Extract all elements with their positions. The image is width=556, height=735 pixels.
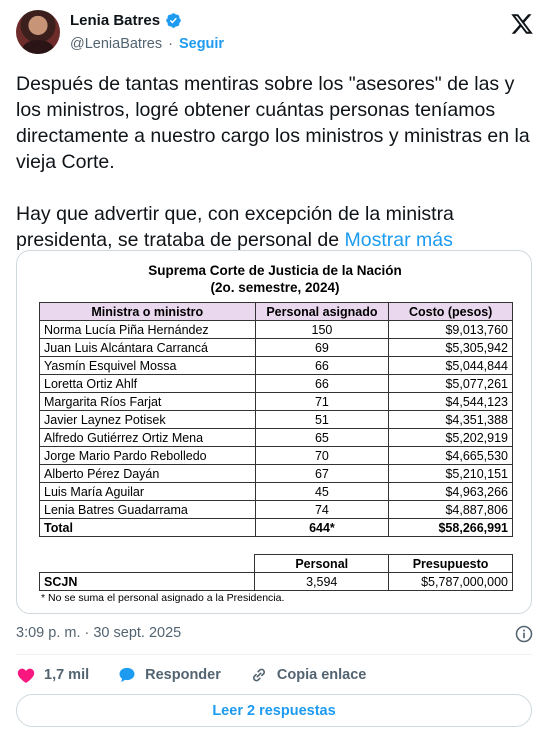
staff-count: 74 (254, 500, 390, 519)
action-bar: 1,7 mil Responder Copia enlace (16, 664, 394, 686)
header-cost: Costo (pesos) (388, 302, 513, 321)
reply-label: Responder (145, 667, 221, 683)
minister-name: Lenia Batres Guadarrama (39, 500, 256, 519)
table-row: Alfredo Gutiérrez Ortiz Mena 65 $5,202,919 (39, 428, 513, 447)
author-name[interactable]: Lenia Batres (70, 12, 160, 29)
tweet-paragraph-1: Después de tantas mentiras sobre los "as… (16, 73, 530, 173)
cost-value: $5,077,261 (388, 374, 513, 393)
minister-name: Alfredo Gutiérrez Ortiz Mena (39, 428, 256, 447)
summary-staff: 3,594 (254, 572, 390, 591)
minister-name: Loretta Ortiz Ahlf (39, 374, 256, 393)
minister-name: Javier Laynez Potisek (39, 410, 256, 429)
staff-count: 51 (254, 410, 390, 429)
like-button[interactable]: 1,7 mil (16, 665, 89, 685)
follow-button[interactable]: Seguir (179, 36, 224, 52)
table-row: Juan Luis Alcántara Carrancá 69 $5,305,942 (39, 338, 513, 357)
table-row: Alberto Pérez Dayán 67 $5,210,151 (39, 464, 513, 483)
minister-name: Norma Lucía Piña Hernández (39, 320, 256, 339)
image-subtitle: (2o. semestre, 2024) (210, 280, 340, 295)
attached-image[interactable]: Suprema Corte de Justicia de la Nación (… (16, 250, 532, 614)
author-handle[interactable]: @LeniaBatres (70, 36, 162, 52)
staff-count: 65 (254, 428, 390, 447)
copy-link-button[interactable]: Copia enlace (249, 665, 366, 685)
reply-bubble-icon (119, 667, 135, 683)
tweet-paragraph-2: Hay que advertir que, con excepción de l… (16, 201, 536, 253)
summary-row: SCJN 3,594 $5,787,000,000 (38, 572, 513, 591)
cost-value: $5,305,942 (388, 338, 513, 357)
table-row: Luis María Aguilar 45 $4,963,266 (39, 482, 513, 501)
table-total-row: Total 644* $58,266,991 (39, 518, 513, 537)
staff-count: 66 (254, 356, 390, 375)
cost-value: $5,210,151 (388, 464, 513, 483)
staff-count: 71 (254, 392, 390, 411)
summary-blank-cell (39, 554, 256, 573)
cost-value: $5,202,919 (388, 428, 513, 447)
cost-value: $4,351,388 (388, 410, 513, 429)
table-footnote: * No se suma el personal asignado a la P… (41, 592, 285, 604)
minister-name: Luis María Aguilar (39, 482, 256, 501)
scjn-summary-table: Personal Presupuesto SCJN 3,594 $5,787,0… (38, 554, 513, 591)
table-row: Norma Lucía Piña Hernández 150 $9,013,760 (39, 320, 513, 339)
staff-table: Ministra o ministro Personal asignado Co… (39, 302, 513, 537)
cost-value: $4,544,123 (388, 392, 513, 411)
header-staff: Personal asignado (254, 302, 390, 321)
cost-value: $5,044,844 (388, 356, 513, 375)
summary-header-budget: Presupuesto (388, 554, 513, 573)
total-cost: $58,266,991 (388, 518, 513, 537)
x-logo-icon[interactable] (510, 12, 534, 36)
staff-count: 70 (254, 446, 390, 465)
minister-name: Juan Luis Alcántara Carrancá (39, 338, 256, 357)
cost-value: $4,665,530 (388, 446, 513, 465)
total-staff: 644* (254, 518, 390, 537)
total-label: Total (39, 518, 256, 537)
cost-value: $4,887,806 (388, 500, 513, 519)
minister-name: Jorge Mario Pardo Rebolledo (39, 446, 256, 465)
summary-header-staff: Personal (254, 554, 390, 573)
tweet-card: Lenia Batres @LeniaBatres · Seguir Despu… (0, 0, 556, 735)
tweet-text: Después de tantas mentiras sobre los "as… (16, 71, 536, 253)
summary-label: SCJN (38, 572, 256, 591)
minister-name: Yasmín Esquivel Mossa (39, 356, 256, 375)
avatar[interactable] (16, 10, 60, 54)
table-row: Javier Laynez Potisek 51 $4,351,388 (39, 410, 513, 429)
staff-count: 67 (254, 464, 390, 483)
table-header-row: Ministra o ministro Personal asignado Co… (39, 302, 513, 321)
info-icon[interactable] (514, 624, 534, 644)
cost-value: $4,963,266 (388, 482, 513, 501)
heart-icon (17, 668, 35, 683)
table-row: Lenia Batres Guadarrama 74 $4,887,806 (39, 500, 513, 519)
divider (16, 654, 532, 655)
separator-dot: · (168, 36, 173, 52)
copy-link-label: Copia enlace (276, 667, 367, 683)
summary-header-row: Personal Presupuesto (39, 554, 513, 573)
author-name-row: Lenia Batres (70, 12, 182, 29)
table-row: Loretta Ortiz Ahlf 66 $5,077,261 (39, 374, 513, 393)
like-count: 1,7 mil (44, 667, 90, 683)
show-more-link[interactable]: Mostrar más (344, 229, 452, 251)
minister-name: Margarita Ríos Farjat (39, 392, 256, 411)
tweet-timestamp[interactable]: 3:09 p. m. · 30 sept. 2025 (16, 625, 181, 641)
table-row: Margarita Ríos Farjat 71 $4,544,123 (39, 392, 513, 411)
link-icon (252, 668, 265, 682)
staff-count: 45 (254, 482, 390, 501)
table-row: Yasmín Esquivel Mossa 66 $5,044,844 (39, 356, 513, 375)
header-minister: Ministra o ministro (39, 302, 256, 321)
read-replies-button[interactable]: Leer 2 respuestas (16, 694, 532, 727)
staff-count: 69 (254, 338, 390, 357)
staff-count: 150 (254, 320, 390, 339)
staff-count: 66 (254, 374, 390, 393)
minister-name: Alberto Pérez Dayán (39, 464, 256, 483)
handle-row: @LeniaBatres · Seguir (70, 36, 224, 52)
image-title: Suprema Corte de Justicia de la Nación (148, 263, 402, 278)
summary-budget: $5,787,000,000 (388, 572, 513, 591)
table-row: Jorge Mario Pardo Rebolledo 70 $4,665,530 (39, 446, 513, 465)
reply-button[interactable]: Responder (117, 665, 221, 685)
cost-value: $9,013,760 (388, 320, 513, 339)
verified-badge-icon (166, 13, 181, 28)
